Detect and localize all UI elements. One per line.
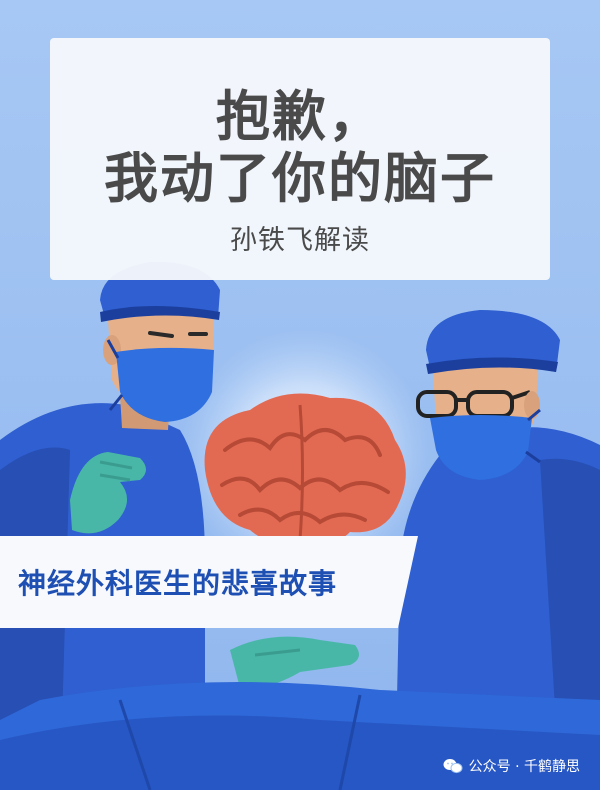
subtitle-text: 神经外科医生的悲喜故事: [18, 567, 338, 600]
brain: [204, 393, 406, 543]
title-line-1: 抱歉，: [216, 85, 384, 148]
wechat-icon: [443, 759, 463, 774]
watermark-text: 公众号 · 千鹤静思: [468, 759, 580, 775]
byline: 孙铁飞解读: [230, 225, 370, 256]
subtitle-banner: 神经外科医生的悲喜故事: [0, 536, 418, 628]
title-card: 抱歉， 我动了你的脑子 孙铁飞解读: [50, 38, 550, 280]
watermark: 公众号 · 千鹤静思: [443, 756, 580, 776]
title-line-2: 我动了你的脑子: [104, 147, 496, 210]
